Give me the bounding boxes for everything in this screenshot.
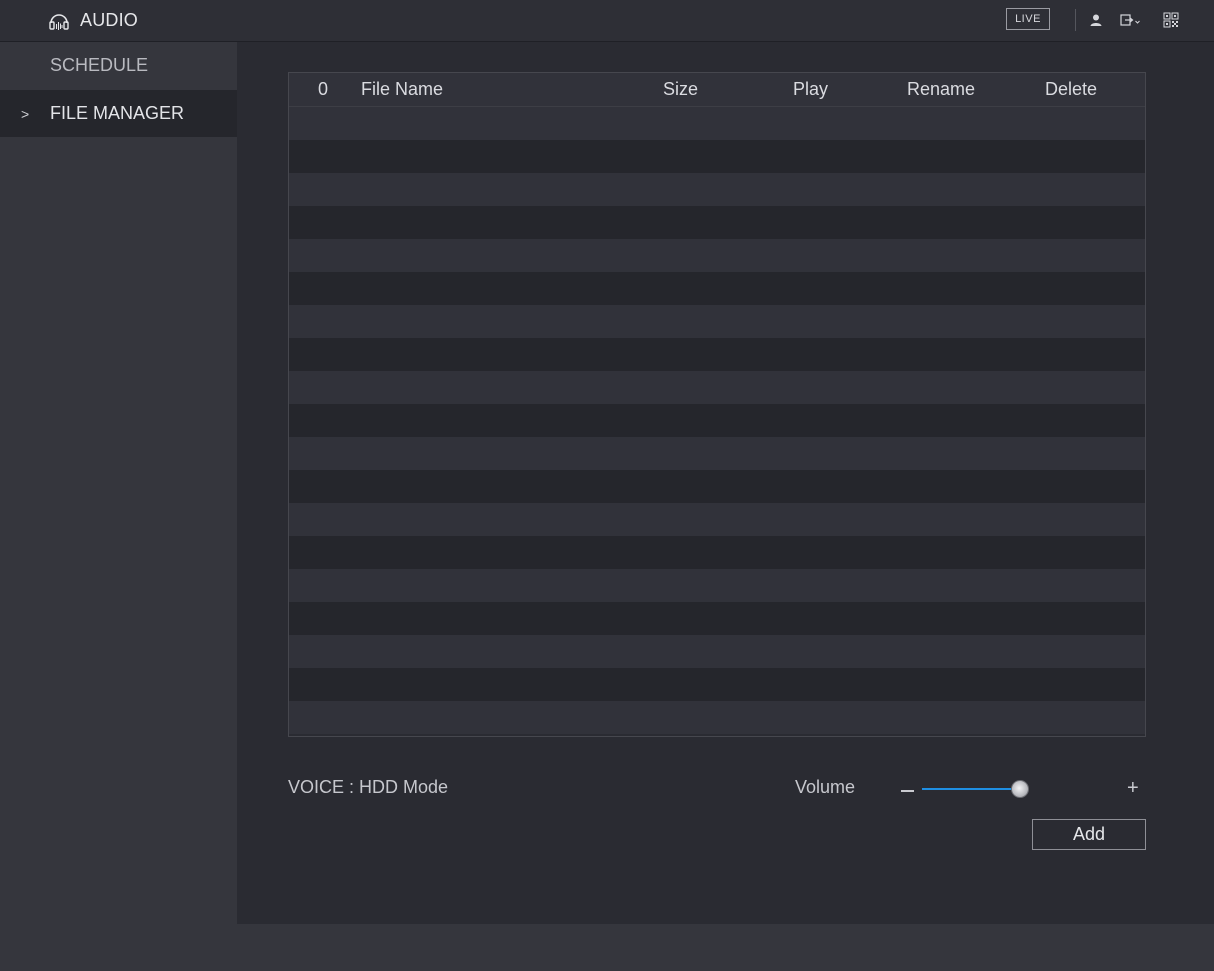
file-count: 0 xyxy=(318,79,329,99)
table-row xyxy=(289,305,1145,338)
table-row xyxy=(289,338,1145,371)
table-row xyxy=(289,173,1145,206)
sidebar-item-file-manager[interactable]: > FILE MANAGER xyxy=(0,90,237,137)
user-icon[interactable] xyxy=(1087,11,1105,29)
top-bar: AUDIO LIVE xyxy=(0,0,1214,42)
table-row xyxy=(289,140,1145,173)
volume-increase-button[interactable]: + xyxy=(1127,777,1139,800)
volume-label: Volume xyxy=(795,777,856,797)
table-row xyxy=(289,371,1145,404)
table-row xyxy=(289,701,1145,734)
table-row xyxy=(289,569,1145,602)
chevron-right-icon: > xyxy=(21,105,30,122)
table-body xyxy=(289,107,1145,734)
sidebar: SCHEDULE > FILE MANAGER xyxy=(0,42,237,971)
column-header-play: Play xyxy=(793,79,829,99)
table-row xyxy=(289,437,1145,470)
voice-mode-label: VOICE : HDD Mode xyxy=(288,777,449,797)
table-row xyxy=(289,272,1145,305)
table-row xyxy=(289,107,1145,140)
sidebar-item-label: FILE MANAGER xyxy=(50,103,185,123)
table-row xyxy=(289,503,1145,536)
table-row xyxy=(289,206,1145,239)
header-divider xyxy=(1075,9,1076,31)
qr-code-icon[interactable] xyxy=(1162,11,1180,29)
column-header-rename: Rename xyxy=(907,79,976,99)
table-row xyxy=(289,404,1145,437)
app-title: AUDIO xyxy=(48,0,138,41)
column-header-size: Size xyxy=(663,79,699,99)
add-button[interactable]: Add xyxy=(1032,819,1146,850)
table-row xyxy=(289,239,1145,272)
table-row xyxy=(289,536,1145,569)
column-header-file-name: File Name xyxy=(361,79,444,99)
table-row xyxy=(289,470,1145,503)
page-title: AUDIO xyxy=(80,10,139,30)
volume-slider-handle[interactable] xyxy=(1011,780,1029,798)
table-header: 0 File Name Size Play Rename Delete xyxy=(289,73,1145,107)
column-header-delete: Delete xyxy=(1045,79,1098,99)
table-row xyxy=(289,635,1145,668)
logout-icon[interactable] xyxy=(1120,11,1142,29)
sidebar-item-schedule[interactable]: SCHEDULE xyxy=(0,42,237,89)
volume-decrease-button[interactable] xyxy=(901,790,914,792)
volume-slider-track[interactable] xyxy=(922,788,1020,790)
table-row xyxy=(289,602,1145,635)
file-table: 0 File Name Size Play Rename Delete xyxy=(288,72,1146,737)
table-row xyxy=(289,668,1145,701)
sidebar-item-label: SCHEDULE xyxy=(50,55,149,75)
footer-bar xyxy=(237,924,1214,971)
headphones-icon xyxy=(48,10,70,32)
live-button[interactable]: LIVE xyxy=(1006,8,1050,30)
